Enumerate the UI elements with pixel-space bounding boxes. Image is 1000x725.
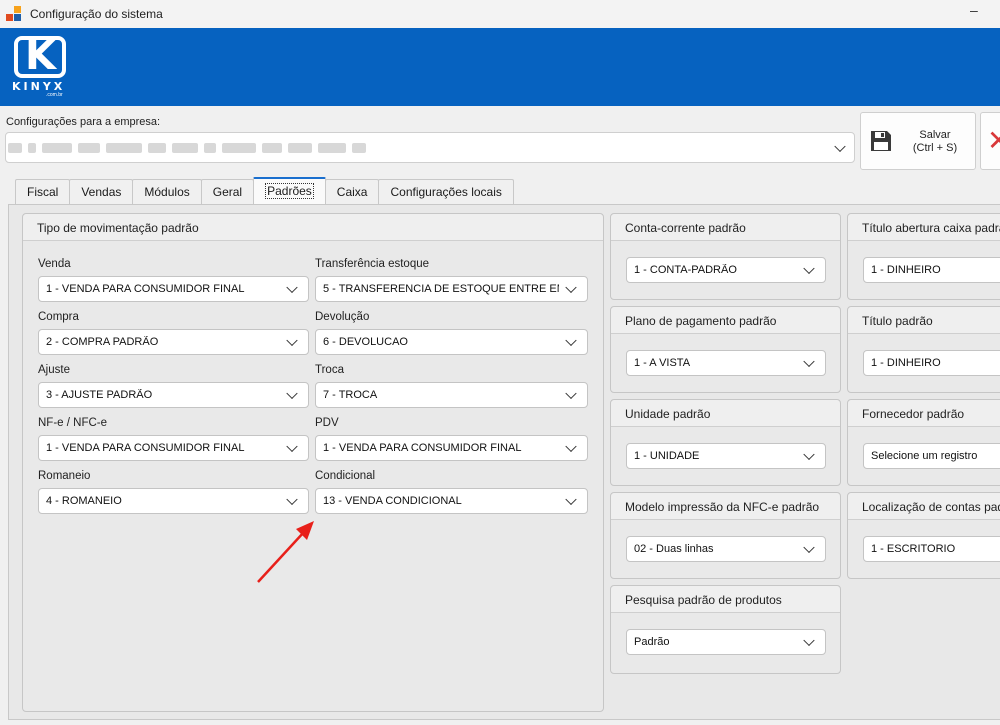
chevron-down-icon xyxy=(565,334,577,347)
brand-banner: K KINYX .com.br xyxy=(0,28,1000,106)
chevron-down-icon xyxy=(803,448,815,461)
annotation-arrow-icon xyxy=(257,521,314,583)
tab-geral[interactable]: Geral xyxy=(200,179,255,205)
app-icon xyxy=(6,6,22,22)
chevron-down-icon xyxy=(803,634,815,647)
label-compra: Compra xyxy=(38,311,79,323)
close-icon: ✕ xyxy=(987,124,1000,157)
select-romaneio[interactable]: 4 - ROMANEIO xyxy=(38,488,309,514)
floppy-disk-icon xyxy=(871,131,891,151)
group-movimentacao: Tipo de movimentação padrão Venda 1 - VE… xyxy=(22,213,604,712)
group-pesquisa-produtos: Pesquisa padrão de produtos Padrão xyxy=(610,585,841,674)
save-label: Salvar xyxy=(919,129,951,141)
chevron-down-icon xyxy=(565,281,577,294)
group-title: Conta-corrente padrão xyxy=(611,214,840,241)
tab-fiscal[interactable]: Fiscal xyxy=(15,179,71,205)
select-localizacao[interactable]: 1 - ESCRITORIO xyxy=(863,536,1000,562)
chevron-down-icon xyxy=(286,281,298,294)
chevron-down-icon xyxy=(803,262,815,275)
label-nfe: NF-e / NFC-e xyxy=(38,417,107,429)
group-title: Modelo impressão da NFC-e padrão xyxy=(611,493,840,520)
select-devolucao[interactable]: 6 - DEVOLUCAO xyxy=(315,329,588,355)
group-title: Título padrão xyxy=(848,307,1000,334)
select-unidade[interactable]: 1 - UNIDADE xyxy=(626,443,826,469)
kinyx-logo: K KINYX .com.br xyxy=(12,33,66,98)
group-title: Localização de contas padrão xyxy=(848,493,1000,520)
select-condicional[interactable]: 13 - VENDA CONDICIONAL xyxy=(315,488,588,514)
select-nfe[interactable]: 1 - VENDA PARA CONSUMIDOR FINAL xyxy=(38,435,309,461)
label-troca: Troca xyxy=(315,364,344,376)
group-title: Unidade padrão xyxy=(611,400,840,427)
group-conta-corrente: Conta-corrente padrão 1 - CONTA-PADRÃO xyxy=(610,213,841,300)
chevron-down-icon xyxy=(565,387,577,400)
label-condicional: Condicional xyxy=(315,470,376,482)
chevron-down-icon xyxy=(286,387,298,400)
save-button[interactable]: Salvar (Ctrl + S) xyxy=(860,112,976,170)
empresa-select[interactable] xyxy=(5,132,855,163)
label-transferencia: Transferência estoque xyxy=(315,258,430,270)
label-devolucao: Devolução xyxy=(315,311,370,323)
redacted-company-name xyxy=(8,141,368,154)
chevron-down-icon xyxy=(286,440,298,453)
label-ajuste: Ajuste xyxy=(38,364,70,376)
window-titlebar: Configuração do sistema – xyxy=(0,0,1000,28)
group-title: Plano de pagamento padrão xyxy=(611,307,840,334)
select-modelo-nfce[interactable]: 02 - Duas linhas xyxy=(626,536,826,562)
group-title: Pesquisa padrão de produtos xyxy=(611,586,840,613)
close-button[interactable]: ✕ xyxy=(980,112,1000,170)
select-transferencia[interactable]: 5 - TRANSFERENCIA DE ESTOQUE ENTRE EMP..… xyxy=(315,276,588,302)
label-romaneio: Romaneio xyxy=(38,470,91,482)
select-compra[interactable]: 2 - COMPRA PADRÃO xyxy=(38,329,309,355)
group-fornecedor: Fornecedor padrão Selecione um registro xyxy=(847,399,1000,486)
group-title: Tipo de movimentação padrão xyxy=(23,214,603,241)
select-pesquisa-produtos[interactable]: Padrão xyxy=(626,629,826,655)
label-pdv: PDV xyxy=(315,417,339,429)
window-title: Configuração do sistema xyxy=(30,7,163,21)
group-title: Título abertura caixa padrão xyxy=(848,214,1000,241)
chevron-down-icon xyxy=(286,334,298,347)
select-fornecedor[interactable]: Selecione um registro xyxy=(863,443,1000,469)
select-troca[interactable]: 7 - TROCA xyxy=(315,382,588,408)
select-titulo-padrao[interactable]: 1 - DINHEIRO xyxy=(863,350,1000,376)
group-title: Fornecedor padrão xyxy=(848,400,1000,427)
chevron-down-icon xyxy=(286,493,298,506)
group-modelo-nfce: Modelo impressão da NFC-e padrão 02 - Du… xyxy=(610,492,841,579)
minimize-button[interactable]: – xyxy=(970,2,982,22)
chevron-down-icon xyxy=(565,493,577,506)
select-ajuste[interactable]: 3 - AJUSTE PADRÃO xyxy=(38,382,309,408)
tab-configuracoes-locais[interactable]: Configurações locais xyxy=(378,179,514,205)
chevron-down-icon xyxy=(565,440,577,453)
label-venda: Venda xyxy=(38,258,71,270)
tab-bar: Fiscal Vendas Módulos Geral Padrões Caix… xyxy=(15,177,514,205)
tab-modulos[interactable]: Módulos xyxy=(132,179,202,205)
group-titulo-padrao: Título padrão 1 - DINHEIRO xyxy=(847,306,1000,393)
save-shortcut: (Ctrl + S) xyxy=(912,142,958,154)
chevron-down-icon xyxy=(834,140,846,152)
chevron-down-icon xyxy=(803,355,815,368)
empresa-label: Configurações para a empresa: xyxy=(6,116,161,128)
tab-caixa[interactable]: Caixa xyxy=(324,179,380,205)
tab-padroes[interactable]: Padrões xyxy=(253,177,326,205)
group-localizacao: Localização de contas padrão 1 - ESCRITO… xyxy=(847,492,1000,579)
group-plano-pagamento: Plano de pagamento padrão 1 - A VISTA xyxy=(610,306,841,393)
tab-vendas[interactable]: Vendas xyxy=(69,179,134,205)
group-titulo-abertura: Título abertura caixa padrão 1 - DINHEIR… xyxy=(847,213,1000,300)
select-titulo-abertura[interactable]: 1 - DINHEIRO xyxy=(863,257,1000,283)
chevron-down-icon xyxy=(803,541,815,554)
select-venda[interactable]: 1 - VENDA PARA CONSUMIDOR FINAL xyxy=(38,276,309,302)
select-plano-pagamento[interactable]: 1 - A VISTA xyxy=(626,350,826,376)
select-conta-corrente[interactable]: 1 - CONTA-PADRÃO xyxy=(626,257,826,283)
group-unidade: Unidade padrão 1 - UNIDADE xyxy=(610,399,841,486)
select-pdv[interactable]: 1 - VENDA PARA CONSUMIDOR FINAL xyxy=(315,435,588,461)
